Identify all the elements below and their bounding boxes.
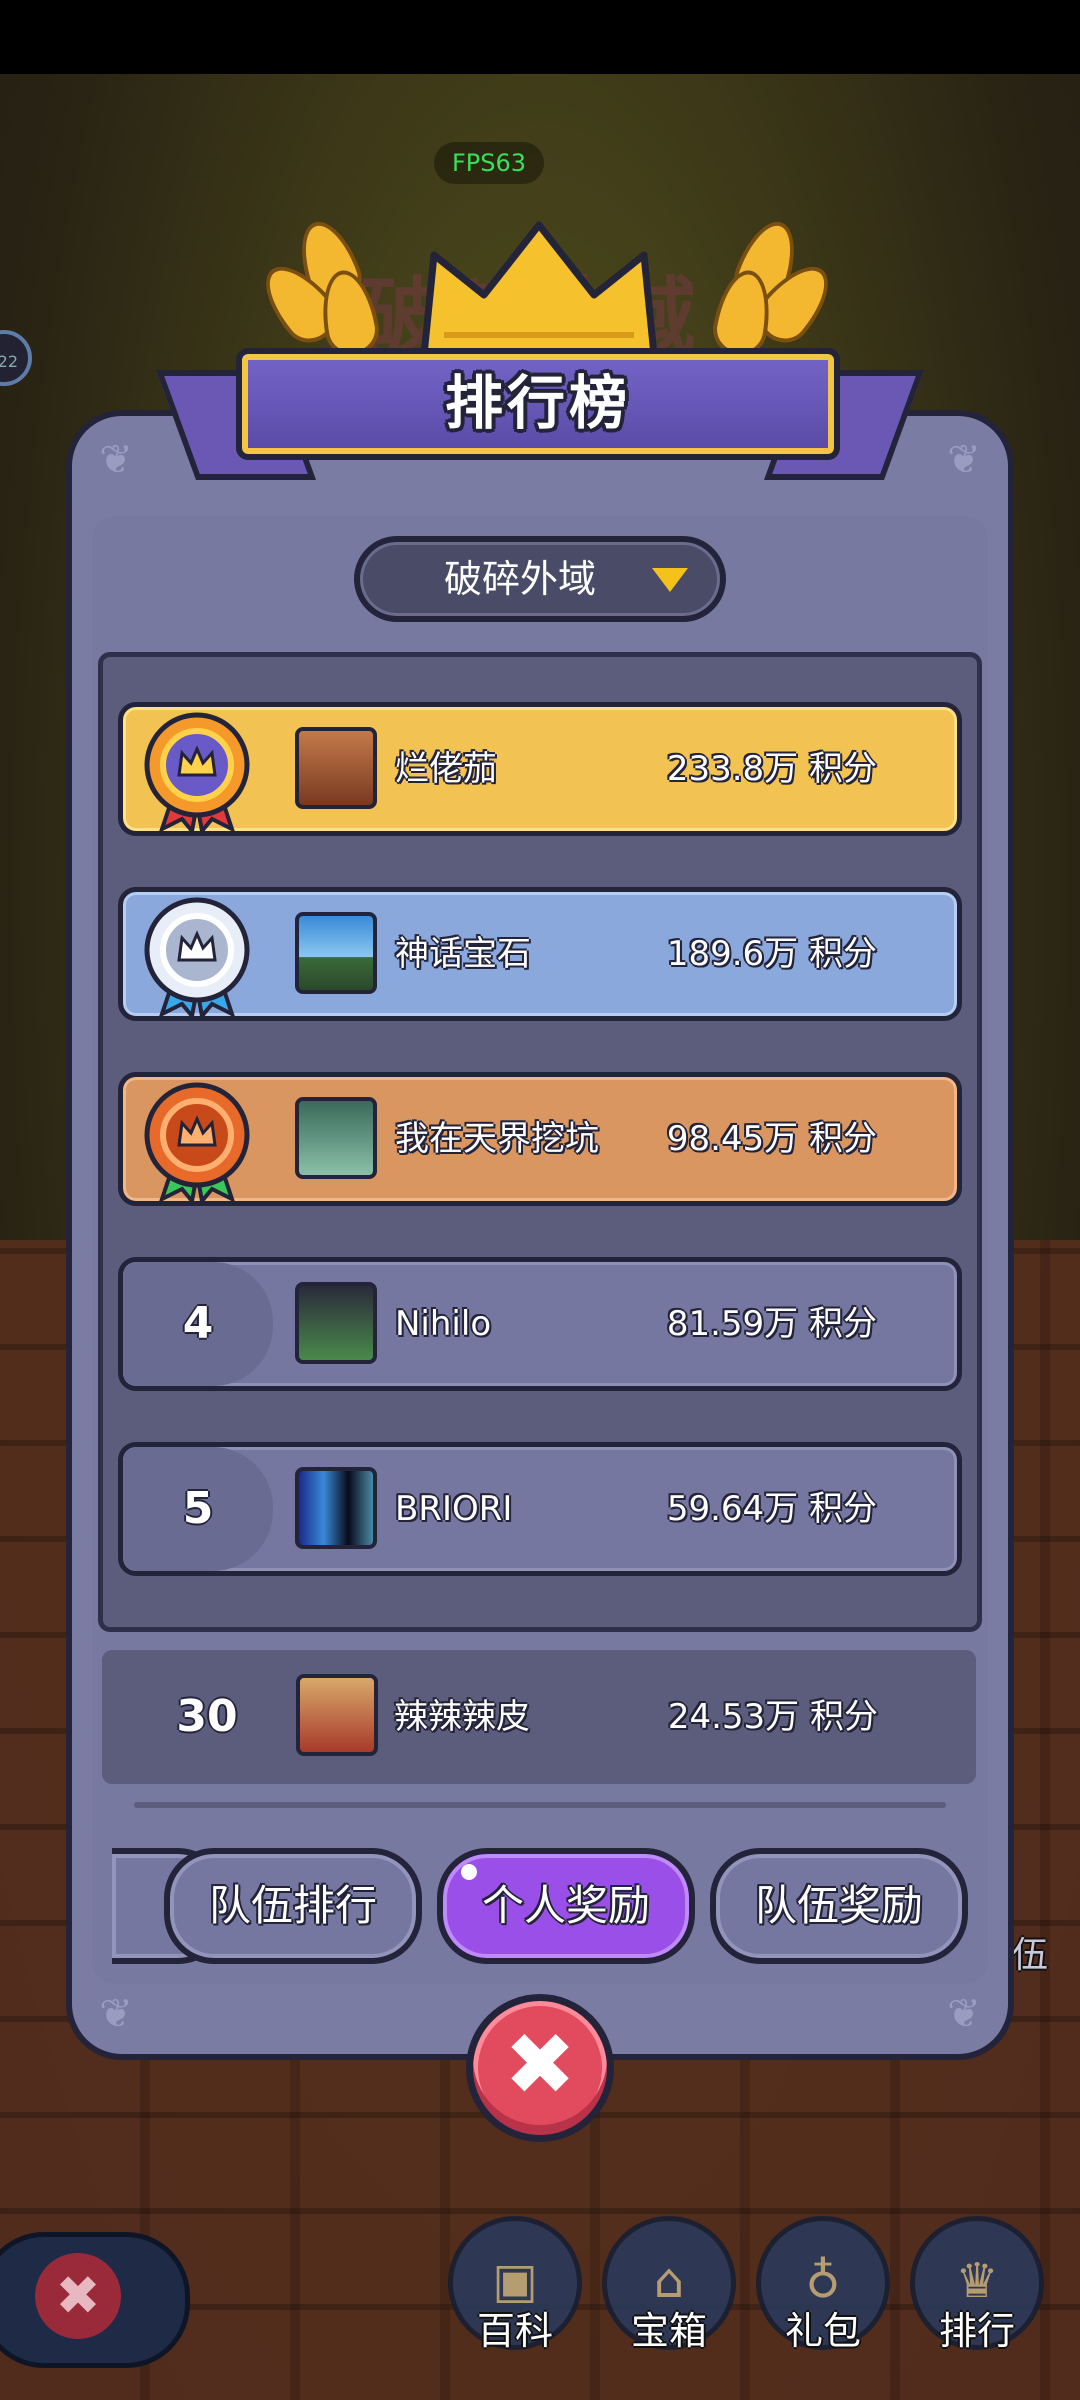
my-rank-number: 30 — [176, 1691, 238, 1742]
laurel-left-icon — [250, 210, 402, 361]
player-name: 我在天界挖坑 — [395, 1119, 599, 1159]
title-banner: 排行榜 — [236, 348, 840, 460]
avatar — [295, 1467, 377, 1549]
corner-ornament-icon: ❦ — [99, 1991, 133, 2037]
tab-personal-reward[interactable]: 个人奖励 — [437, 1848, 695, 1964]
side-label: 伍 — [1012, 1935, 1049, 1976]
player-score: 189.6万 积分 — [666, 934, 877, 974]
dropdown-selected-label: 破碎外域 — [443, 557, 596, 601]
chevron-down-icon — [652, 568, 688, 592]
ranking-row[interactable]: 神话宝石 189.6万 积分 — [118, 887, 962, 1021]
close-button[interactable]: ✖ — [466, 1994, 614, 2142]
my-player-name: 辣辣辣皮 — [394, 1697, 530, 1737]
rank-number: 5 — [182, 1483, 214, 1534]
rank-number: 4 — [182, 1298, 214, 1349]
player-score: 81.59万 积分 — [666, 1304, 877, 1344]
fps-counter: FPS63 — [434, 142, 544, 184]
player-score: 98.45万 积分 — [666, 1119, 877, 1159]
avatar — [295, 1097, 377, 1179]
ranking-row[interactable]: 5 BRIORI 59.64万 积分 — [118, 1442, 962, 1576]
status-bar — [0, 0, 1080, 74]
my-player-score: 24.53万 积分 — [667, 1697, 878, 1737]
close-icon: ✖ — [35, 2253, 121, 2339]
corner-ornament-icon: ❦ — [99, 437, 133, 483]
avatar — [295, 1282, 377, 1364]
hud-label-chest: 宝箱 — [630, 2309, 707, 2353]
tab-highlight-dot — [461, 1864, 477, 1880]
player-score: 233.8万 积分 — [666, 749, 877, 789]
ranking-row[interactable]: 4 Nihilo 81.59万 积分 — [118, 1257, 962, 1391]
divider — [134, 1802, 946, 1808]
hud-label-encyclopedia: 百科 — [476, 2309, 553, 2353]
tab-team-reward[interactable]: 队伍奖励 — [710, 1848, 968, 1964]
avatar — [295, 912, 377, 994]
player-name: 神话宝石 — [395, 934, 531, 974]
tab-team-ranking[interactable]: 队伍排行 — [164, 1848, 422, 1964]
hud-exit-button[interactable]: ✖ — [0, 2232, 190, 2368]
player-score: 59.64万 积分 — [666, 1489, 877, 1529]
player-name: BRIORI — [395, 1489, 513, 1529]
crown-icon — [420, 221, 658, 359]
tab-label: 个人奖励 — [481, 1881, 650, 1930]
hud-label-gift: 礼包 — [784, 2309, 861, 2353]
player-name: Nihilo — [395, 1304, 492, 1344]
corner-ornament-icon: ❦ — [947, 1991, 981, 2037]
page-title: 排行榜 — [444, 369, 631, 437]
gold-medal-icon — [144, 712, 250, 833]
ranking-row[interactable]: 烂佬茄 233.8万 积分 — [118, 702, 962, 836]
avatar — [296, 1674, 378, 1756]
ranking-row[interactable]: 我在天界挖坑 98.45万 积分 — [118, 1072, 962, 1206]
avatar — [295, 727, 377, 809]
bronze-medal-icon — [144, 1082, 250, 1203]
hud-label-ranking: 排行 — [938, 2309, 1015, 2353]
region-dropdown[interactable]: 破碎外域 — [354, 536, 726, 622]
my-ranking-row: 30 辣辣辣皮 24.53万 积分 — [102, 1650, 976, 1784]
corner-ornament-icon: ❦ — [947, 437, 981, 483]
close-icon: ✖ — [503, 2015, 577, 2115]
silver-medal-icon — [144, 897, 250, 1018]
laurel-right-icon — [680, 210, 844, 361]
player-name: 烂佬茄 — [395, 749, 497, 789]
